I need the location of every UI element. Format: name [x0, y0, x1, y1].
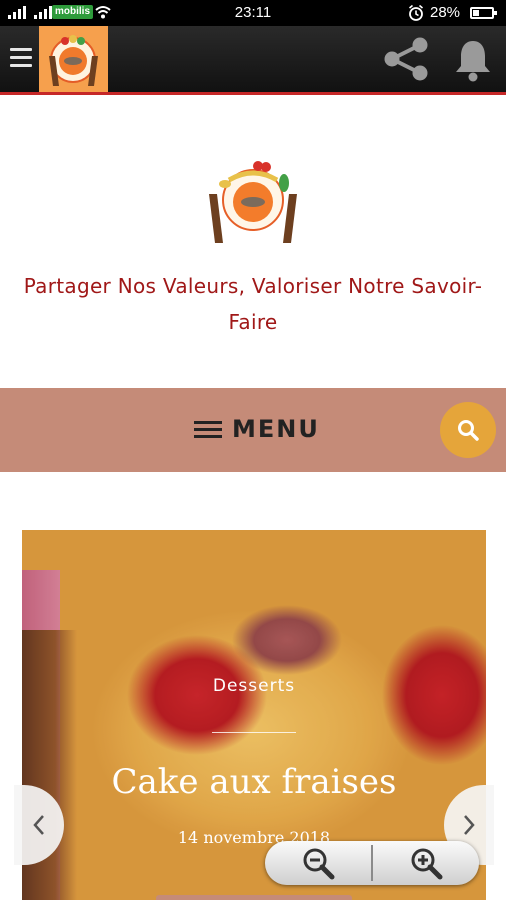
zoom-out-button[interactable]: [265, 841, 371, 885]
zoom-in-button[interactable]: [373, 841, 479, 885]
menu-button[interactable]: MENU: [194, 415, 320, 443]
post-category[interactable]: Desserts: [22, 676, 486, 696]
battery-percent: 28%: [430, 4, 461, 21]
app-bar: [0, 26, 506, 95]
zoom-out-icon: [303, 848, 335, 880]
app-logo[interactable]: [39, 26, 108, 92]
menu-label: MENU: [232, 415, 320, 443]
hamburger-icon: [194, 417, 222, 442]
zoom-controls: [265, 841, 479, 885]
share-icon[interactable]: [380, 36, 432, 82]
chevron-left-icon: [33, 815, 44, 835]
menu-icon[interactable]: [10, 48, 32, 72]
site-tagline: Partager Nos Valeurs, Valoriser Notre Sa…: [23, 274, 483, 334]
bell-icon[interactable]: [452, 38, 494, 82]
battery-icon: [470, 7, 497, 19]
battery-fill: [473, 10, 479, 16]
chevron-right-icon: [464, 815, 475, 835]
zoom-in-icon: [411, 848, 443, 880]
status-bar: mobilis 23:11 28%: [0, 0, 506, 26]
post-divider: [212, 732, 296, 733]
site-logo[interactable]: [203, 158, 303, 248]
menu-bar: MENU: [0, 388, 506, 472]
read-more-button[interactable]: [156, 895, 352, 900]
search-icon: [458, 420, 479, 441]
post-title[interactable]: Cake aux fraises: [22, 762, 486, 802]
alarm-icon: [408, 4, 424, 21]
search-button[interactable]: [440, 402, 496, 458]
